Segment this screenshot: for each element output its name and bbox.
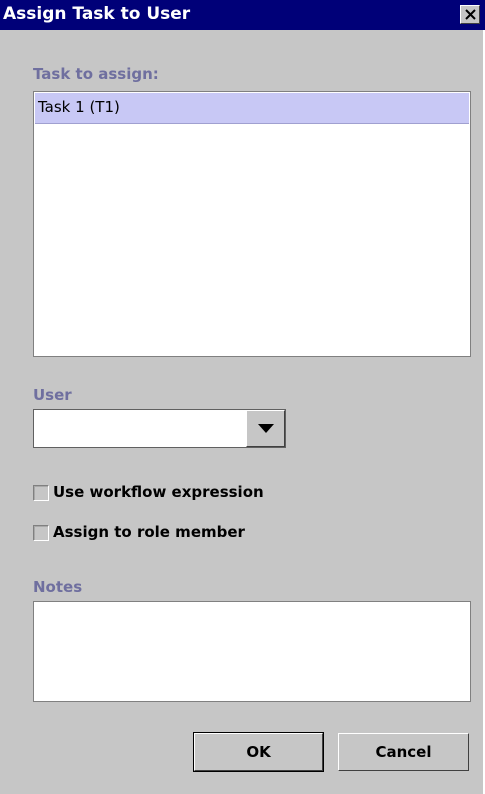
assign-to-role-member-checkbox[interactable] [33, 525, 49, 541]
user-dropdown-button[interactable] [246, 410, 285, 447]
notes-label: Notes [33, 578, 83, 596]
assign-to-role-member-label[interactable]: Assign to role member [53, 523, 245, 541]
list-item[interactable]: Task 1 (T1) [35, 93, 469, 124]
task-to-assign-label: Task to assign: [33, 65, 159, 83]
title-bar[interactable]: Assign Task to User [0, 0, 485, 30]
user-combobox[interactable] [33, 409, 286, 448]
user-label: User [33, 386, 72, 404]
ok-button[interactable]: OK [193, 732, 324, 772]
assign-task-dialog: Assign Task to User Task to assign: Task… [0, 0, 485, 794]
task-list[interactable]: Task 1 (T1) [33, 91, 471, 357]
notes-textarea[interactable] [33, 601, 471, 702]
close-button[interactable] [460, 5, 480, 24]
cancel-button[interactable]: Cancel [338, 733, 469, 771]
use-workflow-expression-label[interactable]: Use workflow expression [53, 483, 264, 501]
window-title: Assign Task to User [3, 4, 191, 24]
close-icon [465, 9, 476, 20]
triangle-down-icon [258, 424, 274, 433]
use-workflow-expression-checkbox[interactable] [33, 485, 49, 501]
